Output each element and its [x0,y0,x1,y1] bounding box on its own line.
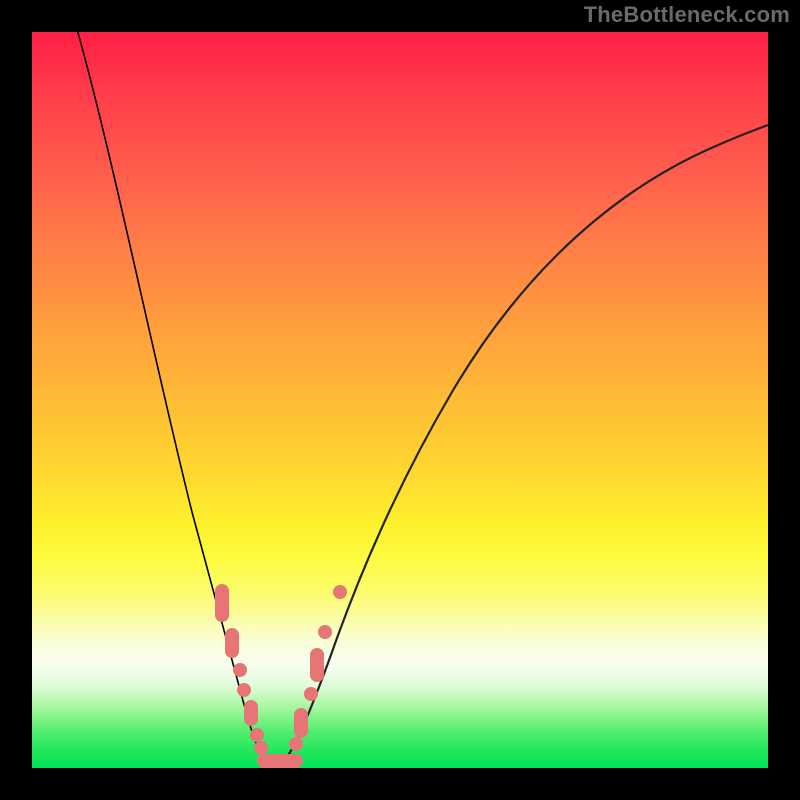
curve-left [75,32,275,765]
watermark-text: TheBottleneck.com [584,2,790,28]
marker-pill [244,700,258,726]
marker-dot [289,737,303,751]
marker-pill [310,648,324,682]
marker-dot [333,585,347,599]
chart-root: TheBottleneck.com [0,0,800,800]
marker-dot [233,663,247,677]
marker-dot [318,625,332,639]
marker-dot [237,683,251,697]
marker-pill [215,584,229,622]
curve-right [275,125,768,765]
marker-trough [257,754,303,768]
marker-dot [304,687,318,701]
marker-pill [225,628,239,658]
plot-area [32,32,768,768]
overlay-svg [32,32,768,768]
marker-dot [254,741,268,755]
marker-pill [294,708,308,738]
marker-dot [250,728,264,742]
